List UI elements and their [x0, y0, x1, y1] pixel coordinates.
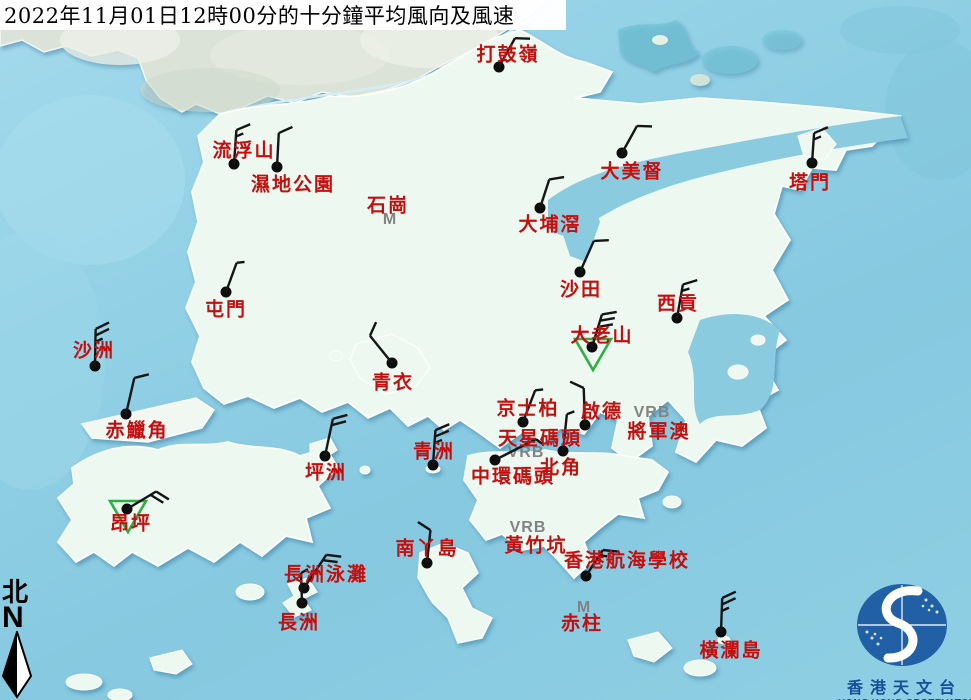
station-label-north-point: 北角	[540, 453, 582, 480]
compass-needle-icon	[2, 631, 32, 699]
hko-logo: 香港天文台 HONG KONG OBSERVATORY	[838, 582, 971, 700]
station-label-sai-kung: 西貢	[657, 289, 699, 316]
station-label-hk-sea-school: 香港航海學校	[564, 546, 690, 573]
hko-name-chinese: 香港天文台	[838, 674, 971, 698]
station-label-kings-park: 京士柏	[496, 394, 559, 421]
station-label-stanley: 赤柱	[561, 609, 603, 636]
hko-logo-icon	[838, 582, 971, 668]
station-label-shek-kong: 石崗	[367, 191, 409, 218]
station-label-sha-chau: 沙洲	[73, 336, 115, 363]
station-label-wetland-park: 濕地公園	[251, 170, 335, 197]
station-label-tates-cairn: 大老山	[570, 321, 633, 348]
station-label-star-ferry-pier: 天星碼頭	[498, 424, 582, 451]
weather-map: 2022年11月01日12時00分的十分鐘平均風向及風速 打鼓嶺流浮山濕地公園M…	[0, 0, 971, 700]
station-label-sha-tin: 沙田	[560, 275, 602, 302]
station-label-lau-fau-shan: 流浮山	[212, 136, 275, 163]
station-label-tuen-mun: 屯門	[205, 295, 247, 322]
station-label-tsing-yi: 青衣	[372, 368, 414, 395]
station-label-lamma-island: 南丫島	[395, 534, 458, 561]
station-label-peng-chau: 坪洲	[305, 458, 347, 485]
station-label-cheung-chau: 長洲	[278, 608, 320, 635]
station-layer: 打鼓嶺流浮山濕地公園M石崗大美督塔門大埔滘沙田西貢屯門沙洲大老山赤鱲角青衣京士柏…	[0, 0, 971, 700]
station-label-ngong-ping: 昂坪	[110, 509, 152, 536]
station-label-tai-po-kau: 大埔滘	[518, 210, 581, 237]
map-title: 2022年11月01日12時00分的十分鐘平均風向及風速	[0, 0, 566, 30]
north-letter-label: N	[2, 604, 42, 631]
station-label-tai-mei-tuk: 大美督	[600, 157, 663, 184]
station-label-waglan-island: 橫瀾島	[699, 636, 762, 663]
station-label-ta-kwu-ling: 打鼓嶺	[476, 40, 539, 67]
north-compass: 北 N	[2, 580, 42, 700]
station-label-green-island: 青洲	[413, 437, 455, 464]
station-label-tseung-kwan-o: 將軍澳	[627, 417, 690, 444]
station-label-cheung-chau-beach: 長洲泳灘	[284, 560, 368, 587]
title-text: 2022年11月01日12時00分的十分鐘平均風向及風速	[4, 0, 514, 30]
station-label-wong-chuk-hang: 黃竹坑	[504, 531, 567, 558]
station-label-chek-lap-kok: 赤鱲角	[105, 416, 168, 443]
station-label-tap-mun: 塔門	[789, 168, 831, 195]
station-label-kai-tak: 啟德	[581, 397, 623, 424]
